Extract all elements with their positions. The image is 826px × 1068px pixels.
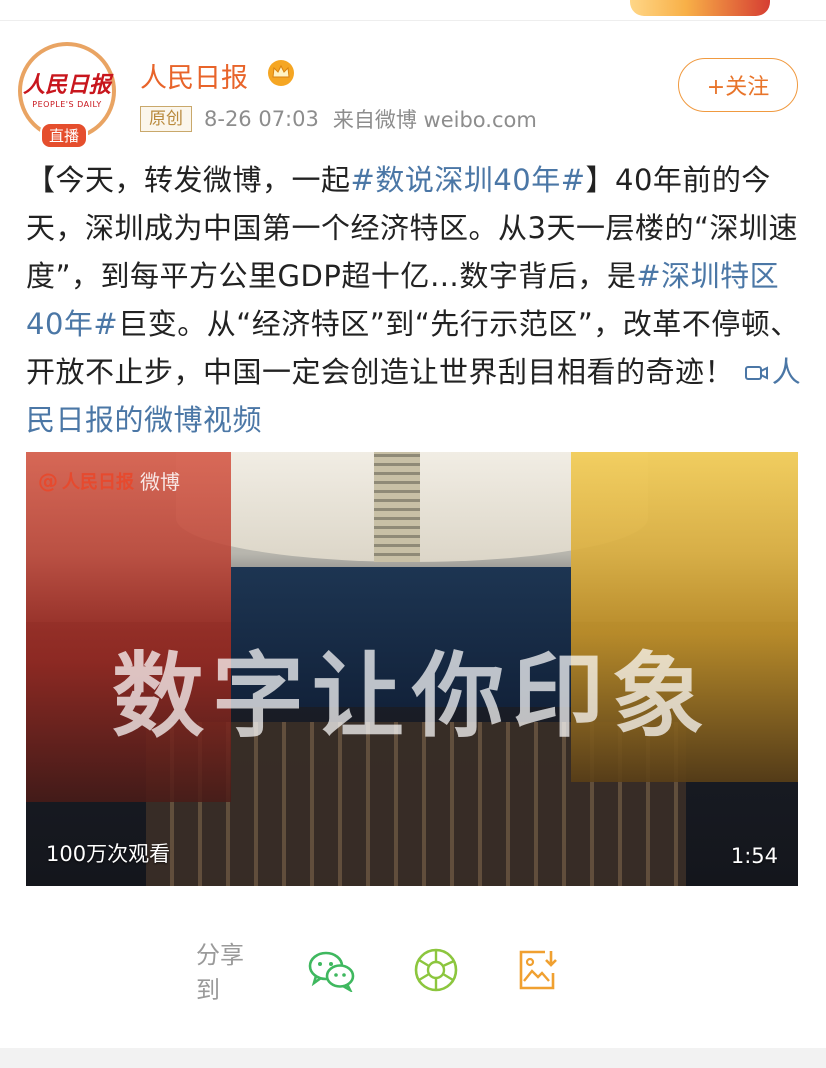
wechat-moments-icon[interactable]	[413, 943, 459, 997]
post-text-segment: 【今天，转发微博，一起	[26, 163, 351, 197]
post-body: 【今天，转发微博，一起#数说深圳40年#】40年前的今天，深圳成为中国第一个经济…	[26, 156, 806, 444]
post-meta: 原创 8-26 07:03 来自微博 weibo.com	[140, 104, 537, 134]
share-row: 分享到	[196, 940, 616, 1004]
video-player[interactable]: @ 人民日报 微博 数字让你印象 100万次观看 1:54	[26, 452, 798, 886]
weibo-at-icon: @	[38, 468, 58, 493]
follow-button[interactable]: +关注	[678, 58, 798, 112]
avatar-logo-subtext: PEOPLE'S DAILY	[32, 99, 102, 109]
status-strip	[0, 0, 826, 21]
hashtag-link[interactable]: #数说深圳40年#	[351, 163, 586, 197]
original-tag: 原创	[140, 106, 192, 132]
wechat-icon[interactable]	[307, 943, 357, 997]
video-scene-tower	[374, 452, 420, 562]
bottom-divider	[0, 1048, 826, 1068]
top-banner-decoration	[630, 0, 770, 16]
share-label: 分享到	[196, 941, 244, 1004]
video-overlay-caption: 数字让你印象	[111, 643, 712, 750]
account-name[interactable]: 人民日报	[140, 56, 248, 95]
post-header: 人民日报 PEOPLE'S DAILY 直播 人民日报 原创 8-26 07:0…	[18, 40, 808, 149]
live-badge[interactable]: 直播	[40, 122, 89, 149]
video-camera-icon	[744, 366, 768, 380]
post-timestamp: 8-26 07:03	[204, 107, 319, 131]
video-duration: 1:54	[730, 844, 778, 868]
post-text-segment: 巨变。从“经济特区”到“先行示范区”，改革不停顿、开放不止步，中国一定会创造让世…	[26, 307, 800, 389]
save-image-icon[interactable]	[515, 943, 560, 997]
avatar-logo-text: 人民日报	[22, 71, 111, 98]
watermark-suffix: 微博	[140, 470, 180, 494]
watermark-brand: 人民日报	[62, 471, 134, 493]
video-view-count: 100万次观看	[46, 842, 171, 866]
crown-icon	[268, 60, 294, 86]
video-watermark: @ 人民日报 微博	[38, 466, 180, 495]
post-source: 来自微博 weibo.com	[332, 108, 537, 132]
